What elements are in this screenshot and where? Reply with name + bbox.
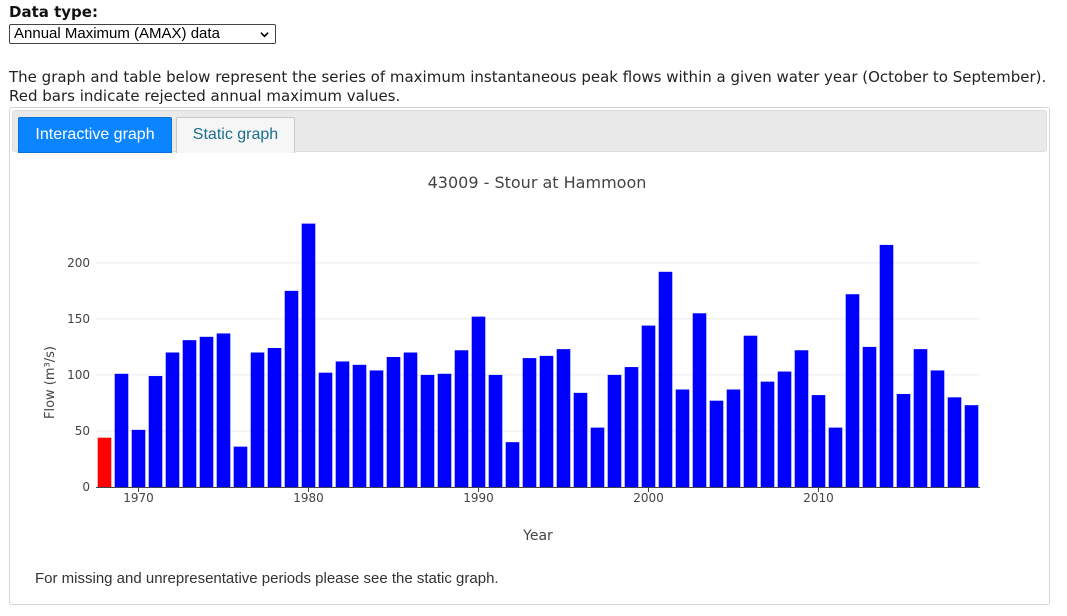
data-type-label: Data type:	[9, 3, 98, 21]
amax-bar[interactable]	[556, 349, 571, 487]
amax-bar[interactable]	[386, 356, 401, 487]
x-tick-label: 1990	[463, 491, 494, 505]
amax-bar[interactable]	[743, 335, 758, 487]
y-tick-label: 150	[67, 312, 90, 326]
amax-bar[interactable]	[488, 374, 503, 487]
amax-bar[interactable]	[862, 346, 877, 487]
y-tick-labels: 0 50 100 150 200	[67, 256, 90, 494]
amax-bar[interactable]	[454, 350, 469, 487]
amax-bar[interactable]	[947, 397, 962, 487]
amax-bar[interactable]	[182, 340, 197, 487]
amax-bar[interactable]	[692, 313, 707, 487]
amax-bar[interactable]	[658, 271, 673, 487]
y-tick-label: 100	[67, 368, 90, 382]
data-type-selected-value: Annual Maximum (AMAX) data	[14, 25, 220, 42]
chevron-down-icon	[260, 32, 269, 38]
x-tick-labels: 1970 1980 1990 2000 2010	[123, 487, 834, 505]
amax-bar[interactable]	[522, 358, 537, 487]
amax-bar[interactable]	[709, 400, 724, 487]
amax-bar-chart: 0 50 100 150 200 1970 1980 1990 2000 2010 43009 …	[43, 173, 980, 544]
amax-bar[interactable]	[675, 389, 690, 487]
amax-bar[interactable]	[420, 374, 435, 487]
amax-bar[interactable]	[267, 348, 282, 487]
graph-panel: Interactive graph Static graph 0 50 100 150…	[9, 107, 1050, 605]
amax-bar[interactable]	[505, 442, 520, 487]
amax-bar[interactable]	[930, 370, 945, 487]
x-tick-label: 1970	[123, 491, 154, 505]
y-tick-label: 50	[75, 424, 90, 438]
amax-bar[interactable]	[250, 352, 265, 488]
amax-bar[interactable]	[896, 393, 911, 487]
footnote-text: For missing and unrepresentative periods…	[35, 570, 499, 587]
amax-bar[interactable]	[811, 395, 826, 487]
amax-bar[interactable]	[301, 223, 316, 487]
amax-bar[interactable]	[369, 370, 384, 487]
amax-bar[interactable]	[845, 294, 860, 487]
amax-bar[interactable]	[590, 427, 605, 487]
x-tick-label: 2000	[633, 491, 664, 505]
amax-bar[interactable]	[913, 349, 928, 487]
amax-bar[interactable]	[964, 405, 979, 487]
description-text: The graph and table below represent the …	[9, 68, 1047, 105]
amax-bar[interactable]	[165, 352, 180, 488]
amax-bar[interactable]	[607, 374, 622, 487]
chart-title: 43009 - Stour at Hammoon	[428, 173, 647, 192]
y-tick-label: 0	[82, 480, 90, 494]
amax-bar[interactable]	[437, 373, 452, 487]
amax-bar[interactable]	[471, 316, 486, 487]
x-tick-label: 1980	[293, 491, 324, 505]
amax-bar[interactable]	[318, 372, 333, 487]
rejected-bar[interactable]	[97, 437, 112, 487]
x-tick-label: 2010	[803, 491, 834, 505]
y-tick-label: 200	[67, 256, 90, 270]
amax-bar[interactable]	[199, 336, 214, 487]
amax-bar[interactable]	[624, 367, 639, 487]
amax-bar[interactable]	[131, 429, 146, 487]
amax-bar[interactable]	[794, 350, 809, 487]
amax-bar[interactable]	[335, 361, 350, 487]
data-type-select[interactable]: Annual Maximum (AMAX) data	[9, 24, 276, 44]
x-axis-label: Year	[522, 528, 553, 544]
amax-bar[interactable]	[573, 392, 588, 487]
amax-bar[interactable]	[148, 376, 163, 487]
amax-bar[interactable]	[760, 381, 775, 487]
amax-bar[interactable]	[114, 373, 129, 487]
amax-bar[interactable]	[233, 446, 248, 487]
y-axis-label: Flow (m³/s)	[43, 346, 58, 419]
amax-bar[interactable]	[641, 325, 656, 487]
amax-bar[interactable]	[539, 355, 554, 487]
amax-bar[interactable]	[879, 244, 894, 487]
amax-bar[interactable]	[726, 389, 741, 487]
amax-bar[interactable]	[216, 333, 231, 487]
amax-bar[interactable]	[352, 364, 367, 487]
amax-bar[interactable]	[777, 371, 792, 487]
amax-bar[interactable]	[403, 352, 418, 488]
amax-bar[interactable]	[828, 427, 843, 487]
amax-bar[interactable]	[284, 290, 299, 487]
